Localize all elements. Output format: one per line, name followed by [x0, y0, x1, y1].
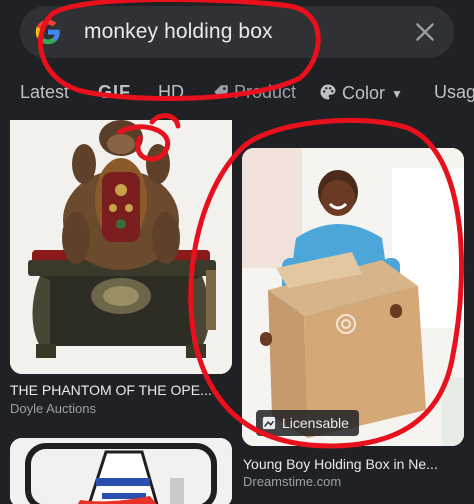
result-source-boy-box: Dreamstime.com: [243, 474, 342, 489]
google-g-icon: [35, 19, 60, 45]
chip-usage[interactable]: Usag: [434, 82, 474, 103]
licensable-badge[interactable]: Licensable: [256, 410, 359, 436]
chip-gif[interactable]: GIF: [98, 82, 131, 103]
result-image-phantom[interactable]: [10, 120, 232, 374]
result-image-boy-box[interactable]: Licensable: [242, 148, 464, 446]
palette-icon: [320, 84, 336, 100]
result-source-phantom: Doyle Auctions: [10, 401, 96, 416]
chip-product[interactable]: Product: [212, 82, 296, 103]
filter-chips: Latest GIF HD Product Color ▼ Usag: [0, 70, 474, 118]
licensable-label: Licensable: [282, 415, 349, 431]
chevron-down-icon: ▼: [391, 87, 403, 102]
search-query-text[interactable]: monkey holding box: [84, 20, 273, 44]
boy-holding-box-image: [242, 148, 464, 446]
chip-hd[interactable]: HD: [158, 82, 184, 103]
result-title-phantom[interactable]: THE PHANTOM OF THE OPE...: [10, 382, 232, 398]
search-bar[interactable]: monkey holding box: [20, 6, 454, 58]
cartoon-monkey-image: [10, 438, 232, 504]
chip-latest[interactable]: Latest: [20, 82, 69, 103]
monkey-figure-image: [10, 120, 232, 374]
tag-icon: [214, 85, 228, 99]
chip-color[interactable]: Color ▼: [318, 82, 403, 104]
chip-color-label: Color: [342, 83, 386, 103]
result-title-boy-box[interactable]: Young Boy Holding Box in Ne...: [243, 456, 467, 472]
result-image-cartoon[interactable]: [10, 438, 232, 504]
chip-product-label: Product: [234, 82, 297, 102]
close-icon[interactable]: [412, 19, 438, 45]
license-icon: [262, 416, 276, 430]
